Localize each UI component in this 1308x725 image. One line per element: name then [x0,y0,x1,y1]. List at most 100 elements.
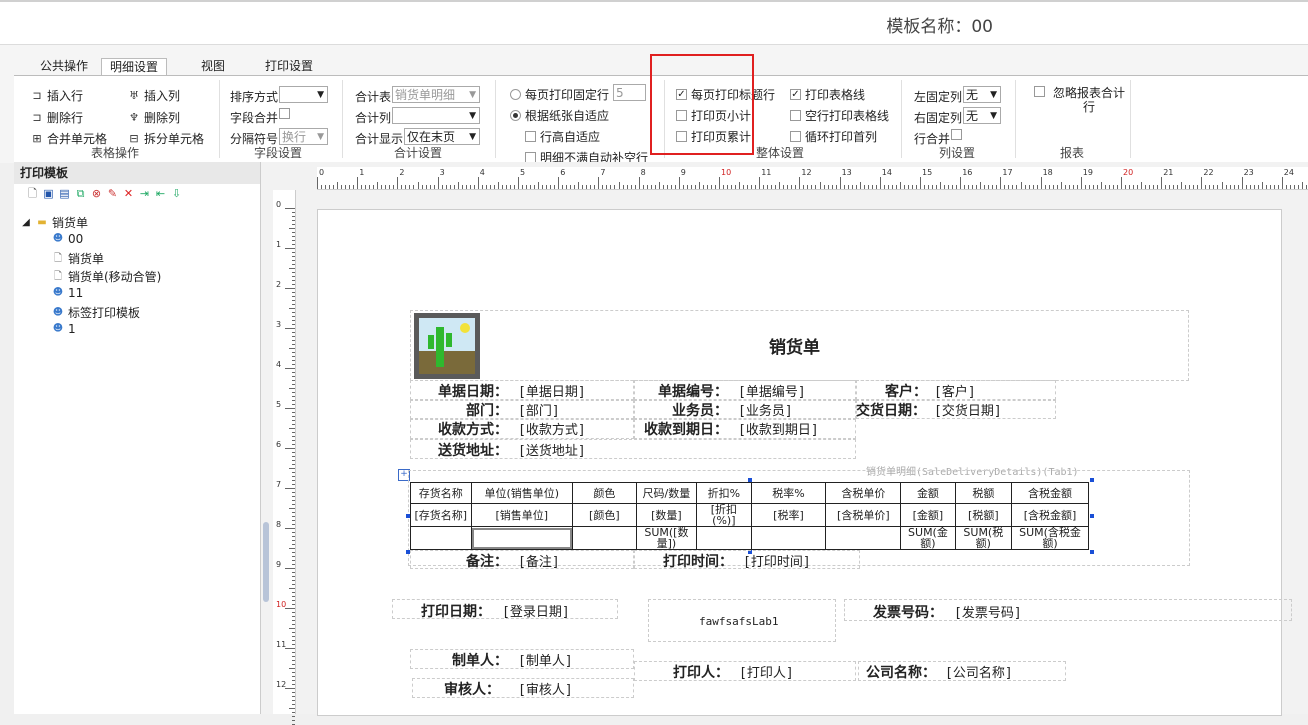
print-time-label[interactable]: 打印时间： [663,551,733,571]
tree-item-sales-mobile[interactable]: 🗋 销货单(移动合管) [52,268,161,285]
total-table-select[interactable]: 销货单明细 ▼ [392,86,480,103]
field-value-salesman[interactable]: [业务员] [738,400,793,419]
sum-cell[interactable]: SUM(金额) [900,526,956,550]
printer-label[interactable]: 打印人： [673,662,729,682]
total-col-select[interactable]: ▼ [392,107,480,124]
document-title[interactable]: 销货单 [769,333,820,358]
data-cell[interactable]: [折扣(%)] [696,503,752,527]
adapt-paper-radio[interactable]: 根据纸张自适应 [510,107,609,124]
import-icon[interactable]: ⇥ [138,187,151,201]
sum-cell[interactable] [750,526,827,550]
delete-col-button[interactable]: ♆ 删除列 [127,109,180,126]
invoice-value[interactable]: [发票号码] [954,602,1022,621]
resize-handle[interactable] [748,478,752,482]
printer-value[interactable]: [打印人] [739,662,794,681]
design-canvas[interactable]: 0 1 2 3 4 5 6 7 8 9 10 11 12 13 14 15 16 17 18 19 20 21 22 23 24… [261,162,1308,725]
tab-detail-settings[interactable]: 明细设置 [101,58,168,76]
tab-view[interactable]: 视图 [193,58,233,75]
header-cell[interactable]: 含税金额 [1011,482,1089,504]
data-cell[interactable]: [税率] [750,503,827,527]
insert-col-button[interactable]: ♅ 插入列 [127,87,180,104]
sum-cell[interactable] [470,526,574,550]
header-cell[interactable]: 金额 [900,482,956,504]
save-icon[interactable]: ▣ [42,187,55,201]
tree-item-folder[interactable]: ◢ ▬ 销货单 [20,214,88,231]
print-page[interactable]: 销货单 单据日期： [单据日期] 单据编号： [单据编号] 客户： [客户] 部… [317,209,1292,716]
free-label[interactable]: fawfsafsLab1 [699,615,778,628]
close-icon[interactable]: ✕ [122,187,135,201]
sum-cell[interactable]: SUM([数量]) [635,526,698,550]
tab-print-settings[interactable]: 打印设置 [257,58,321,75]
data-cell[interactable]: [存货名称] [410,503,472,527]
left-fixed-select[interactable]: 无 ▼ [963,86,1001,103]
field-label-number[interactable]: 单据编号： [658,381,728,401]
save-as-icon[interactable]: ▤ [58,187,71,201]
tab-public-ops[interactable]: 公共操作 [32,58,96,75]
resize-handle[interactable] [1090,550,1094,554]
tree-item-label-template[interactable]: ☻ 标签打印模板 [52,304,140,321]
field-label-due-date[interactable]: 收款到期日： [644,419,728,439]
sum-cell[interactable]: SUM(含税金额) [1011,526,1089,550]
auditor-value[interactable]: [审核人] [518,679,573,698]
total-display-select[interactable]: 仅在末页 ▼ [404,128,480,145]
splitter-handle[interactable] [263,522,269,602]
fixed-rows-radio[interactable]: 每页打印固定行 [510,86,609,103]
data-cell[interactable]: [颜色] [572,503,637,527]
company-label[interactable]: 公司名称： [866,662,936,682]
data-cell[interactable]: [数量] [635,503,698,527]
insert-row-button[interactable]: ⊐ 插入行 [30,87,83,104]
header-cell[interactable]: 折扣% [696,482,752,504]
company-value[interactable]: [公司名称] [945,662,1013,681]
logo-image[interactable] [414,313,480,379]
fixed-rows-input[interactable]: 5 [613,84,646,101]
maker-label[interactable]: 制单人： [452,650,508,670]
invoice-label[interactable]: 发票号码： [873,602,943,622]
sort-select[interactable]: ▼ [279,86,328,103]
collapse-icon[interactable]: ◢ [20,217,32,229]
field-value-delivery-date[interactable]: [交货日期] [934,400,1002,419]
maker-value[interactable]: [制单人] [518,650,573,669]
row-merge-checkbox[interactable] [951,129,962,140]
ignore-total-checkbox[interactable]: 忽略报表合计行 [1034,86,1129,114]
download-icon[interactable]: ⇩ [170,187,183,201]
tree-item-00[interactable]: ☻ 00 [52,232,84,246]
delete-row-button[interactable]: ⊐ 删除行 [30,109,83,126]
field-value-payment[interactable]: [收款方式] [518,419,586,438]
detail-table[interactable]: 存货名称 单位(销售单位) 颜色 尺码/数量 折扣% 税率% 含税单价 金额 税… [410,482,1089,550]
field-label-salesman[interactable]: 业务员： [672,400,728,420]
resize-handle[interactable] [406,514,410,518]
data-cell[interactable]: [含税金额] [1011,503,1089,527]
field-value-dept[interactable]: [部门] [518,400,560,419]
header-cell[interactable]: 税率% [750,482,827,504]
data-cell[interactable]: [金额] [900,503,956,527]
new-icon[interactable]: 🗋 [26,187,39,201]
sum-cell[interactable] [825,526,902,550]
field-value-address[interactable]: [送货地址] [518,440,586,459]
print-date-label[interactable]: 打印日期： [421,601,491,621]
sum-cell[interactable] [696,526,752,550]
separator-select[interactable]: 换行 ▼ [279,128,328,145]
data-cell[interactable]: [销售单位] [470,503,574,527]
sum-cell[interactable]: SUM(税额) [954,526,1013,550]
edit-icon[interactable]: ✎ [106,187,119,201]
field-label-payment[interactable]: 收款方式： [438,419,508,439]
resize-handle[interactable] [1090,514,1094,518]
field-label-date[interactable]: 单据日期： [438,381,508,401]
field-label-address[interactable]: 送货地址： [438,440,508,460]
export-icon[interactable]: ⇤ [154,187,167,201]
resize-handle[interactable] [1090,478,1094,482]
field-label-customer[interactable]: 客户： [885,381,927,401]
tree-item-11[interactable]: ☻ 11 [52,286,84,300]
field-label-delivery-date[interactable]: 交货日期： [856,400,926,420]
sum-cell[interactable] [572,526,637,550]
data-cell[interactable]: [税额] [954,503,1013,527]
field-merge-checkbox[interactable] [279,108,290,119]
empty-row-grid-checkbox[interactable]: 空行打印表格线 [790,107,889,124]
sum-cell[interactable] [410,526,472,550]
row-height-checkbox[interactable]: 行高自适应 [525,128,600,145]
tree-item-1[interactable]: ☻ 1 [52,322,76,336]
header-cell[interactable]: 单位(销售单位) [470,482,574,504]
header-cell[interactable]: 存货名称 [410,482,472,504]
field-value-customer[interactable]: [客户] [934,381,976,400]
header-cell[interactable]: 税额 [954,482,1013,504]
